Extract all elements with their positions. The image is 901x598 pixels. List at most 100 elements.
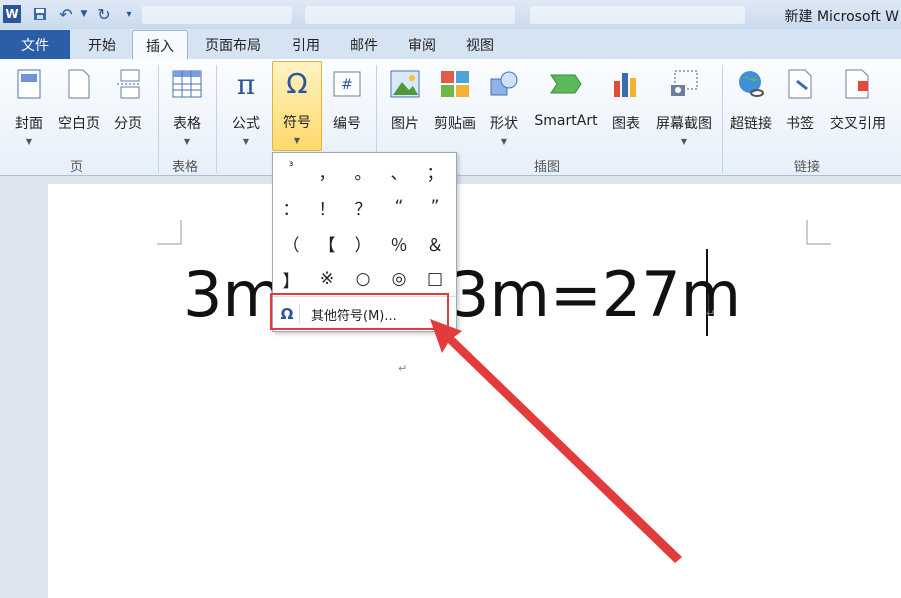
bookmark-icon <box>783 67 817 101</box>
screenshot-label: 屏幕截图 <box>656 116 712 132</box>
group-label-links: 链接 <box>794 160 821 175</box>
number-sign-icon: # <box>330 67 364 101</box>
symbol-cell[interactable]: ： <box>273 189 309 225</box>
margin-corner-left <box>157 220 182 245</box>
symbol-cell[interactable]: ³ <box>273 153 309 189</box>
title-bar: W ↶ ▼ ↻ ▾ 新建 Microsoft W <box>0 0 901 29</box>
symbol-cell[interactable]: ？ <box>345 189 381 225</box>
cross-reference-label: 交叉引用 <box>830 116 886 132</box>
chart-label: 图表 <box>612 116 640 132</box>
pi-icon: π <box>236 67 256 101</box>
screenshot-button[interactable]: 屏幕截图 ▼ <box>652 63 716 149</box>
chevron-down-icon: ▼ <box>242 137 250 146</box>
cover-page-icon <box>12 67 46 101</box>
shapes-icon <box>487 67 521 101</box>
smartart-label: SmartArt <box>534 113 598 129</box>
group-separator <box>722 65 723 173</box>
blank-page-label: 空白页 <box>58 116 100 132</box>
table-button[interactable]: 表格 ▼ <box>166 63 208 149</box>
symbol-cell[interactable]: ） <box>345 225 381 261</box>
cross-reference-button[interactable]: 交叉引用 <box>826 63 890 149</box>
equation-button[interactable]: π 公式 ▼ <box>224 63 268 149</box>
cross-reference-icon <box>841 67 875 101</box>
taskbar-tab-2 <box>305 6 515 24</box>
symbol-cell[interactable]: ％ <box>381 225 417 261</box>
symbol-cell[interactable]: ○ <box>345 261 381 297</box>
undo-dropdown-icon[interactable]: ▼ <box>78 4 90 24</box>
picture-label: 图片 <box>391 116 419 132</box>
page-break-label: 分页 <box>114 116 142 132</box>
cover-page-button[interactable]: 封面 ▼ <box>8 63 50 149</box>
symbol-cell[interactable]: 【 <box>309 225 345 261</box>
taskbar-tab-1 <box>142 6 292 24</box>
tab-view[interactable]: 视图 <box>456 31 504 58</box>
equation-label: 公式 <box>232 116 260 132</box>
customize-toolbar-icon[interactable]: ▾ <box>122 4 136 24</box>
symbol-cell[interactable]: □ <box>417 261 453 297</box>
red-arrow-annotation <box>430 319 682 563</box>
symbol-cell[interactable]: “ <box>381 189 417 225</box>
window-title: 新建 Microsoft W <box>784 9 899 25</box>
smartart-icon <box>549 67 583 101</box>
tab-mailings[interactable]: 邮件 <box>340 31 388 58</box>
blank-page-icon <box>62 67 96 101</box>
cover-page-label: 封面 <box>15 116 43 132</box>
symbol-label: 符号 <box>283 115 311 131</box>
word-logo-icon: W <box>3 5 21 23</box>
omega-icon: Ω <box>286 66 308 100</box>
symbol-cell[interactable]: ！ <box>309 189 345 225</box>
hyperlink-button[interactable]: 超链接 <box>726 63 776 149</box>
picture-icon <box>388 67 422 101</box>
numbering-button[interactable]: # 编号 <box>326 63 368 149</box>
chevron-down-icon: ▼ <box>183 137 191 146</box>
bookmark-label: 书签 <box>786 116 814 132</box>
symbol-cell[interactable]: ” <box>417 189 453 225</box>
group-separator <box>158 65 159 173</box>
tab-references[interactable]: 引用 <box>282 31 330 58</box>
page-break-button[interactable]: 分页 <box>108 63 148 149</box>
text-cursor <box>706 249 708 336</box>
symbol-cell[interactable]: ※ <box>309 261 345 297</box>
symbol-button[interactable]: Ω 符号 ▼ <box>272 61 322 151</box>
symbol-cell[interactable]: ＆ <box>417 225 453 261</box>
symbol-cell[interactable]: ； <box>417 153 453 189</box>
picture-button[interactable]: 图片 <box>386 63 424 149</box>
chevron-down-icon: ▼ <box>500 137 508 146</box>
table-label: 表格 <box>173 116 201 132</box>
symbol-cell[interactable]: 、 <box>381 153 417 189</box>
symbol-cell[interactable]: ， <box>309 153 345 189</box>
clipart-icon <box>438 67 472 101</box>
taskbar-tab-3 <box>530 6 745 24</box>
tab-home[interactable]: 开始 <box>78 31 126 58</box>
symbol-cell[interactable]: ◎ <box>381 261 417 297</box>
group-separator <box>216 65 217 173</box>
clipart-label: 剪贴画 <box>434 116 476 132</box>
chart-button[interactable]: 图表 <box>606 63 646 149</box>
blank-page-button[interactable]: 空白页 <box>54 63 104 149</box>
svg-text:#: # <box>341 77 353 93</box>
tab-page-layout[interactable]: 页面布局 <box>194 31 272 58</box>
chart-icon <box>609 67 643 101</box>
symbol-cell[interactable]: （ <box>273 225 309 261</box>
redo-icon[interactable]: ↻ <box>94 4 114 24</box>
chevron-down-icon: ▼ <box>25 137 33 146</box>
paragraph-mark-icon: ↵ <box>706 307 716 320</box>
screenshot-icon <box>667 67 701 101</box>
chevron-down-icon: ▼ <box>293 136 301 145</box>
tab-file[interactable]: 文件 <box>0 30 70 59</box>
symbol-cell[interactable]: 。 <box>345 153 381 189</box>
numbering-label: 编号 <box>333 116 361 132</box>
undo-icon[interactable]: ↶ <box>56 4 76 24</box>
chevron-down-icon: ▼ <box>680 137 688 146</box>
save-icon[interactable] <box>30 4 50 24</box>
symbol-cell[interactable]: 】 <box>273 261 309 297</box>
tab-insert[interactable]: 插入 <box>132 30 188 60</box>
tab-review[interactable]: 审阅 <box>398 31 446 58</box>
clipart-button[interactable]: 剪贴画 <box>430 63 480 149</box>
page-break-icon <box>111 67 145 101</box>
menu-tab-row: 文件 开始 插入 页面布局 引用 邮件 审阅 视图 <box>0 29 901 60</box>
smartart-button[interactable]: SmartArt <box>530 63 602 149</box>
shapes-button[interactable]: 形状 ▼ <box>486 63 522 149</box>
shapes-label: 形状 <box>490 116 518 132</box>
bookmark-button[interactable]: 书签 <box>782 63 818 149</box>
